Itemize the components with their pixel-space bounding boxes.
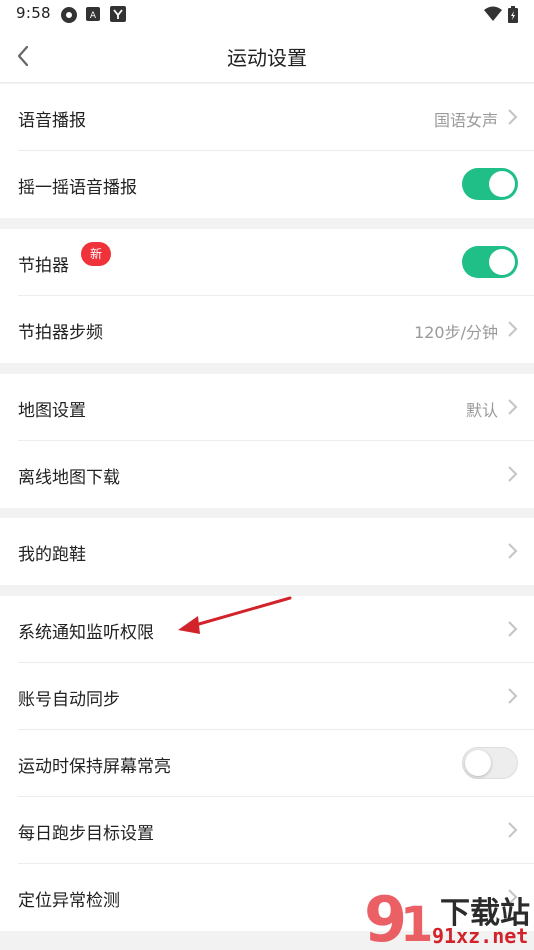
new-badge: 新 bbox=[81, 242, 111, 266]
status-message-icon bbox=[110, 6, 126, 22]
battery-icon bbox=[508, 6, 518, 23]
setting-label: 系统通知监听权限 bbox=[18, 623, 154, 643]
setting-row-offline-map[interactable]: 离线地图下载 bbox=[0, 441, 534, 508]
setting-label: 定位异常检测 bbox=[18, 891, 120, 911]
setting-value: 120步/分钟 bbox=[414, 323, 498, 342]
status-bar: 9:58 A bbox=[0, 0, 534, 30]
chevron-right-icon bbox=[508, 621, 518, 637]
chevron-right-icon bbox=[508, 399, 518, 415]
chevron-right-icon bbox=[508, 688, 518, 704]
setting-label: 每日跑步目标设置 bbox=[18, 824, 154, 844]
status-app-icon bbox=[61, 7, 77, 23]
svg-text:A: A bbox=[90, 11, 97, 21]
app-header: 运动设置 bbox=[0, 30, 534, 83]
status-notification-icon: A bbox=[86, 7, 100, 21]
chevron-right-icon bbox=[508, 321, 518, 337]
settings-group-system: 系统通知监听权限 账号自动同步 运动时保持屏幕常亮 每日跑步目标设置 定位异常检… bbox=[0, 596, 534, 931]
toggle-knob bbox=[465, 750, 491, 776]
setting-row-metronome-cadence[interactable]: 节拍器步频 120步/分钟 bbox=[0, 296, 534, 363]
settings-group-shoes: 我的跑鞋 bbox=[0, 518, 534, 585]
setting-row-shake-voice: 摇一摇语音播报 bbox=[0, 151, 534, 218]
setting-label: 运动时保持屏幕常亮 bbox=[18, 757, 171, 777]
setting-row-account-sync[interactable]: 账号自动同步 bbox=[0, 663, 534, 730]
shake-voice-toggle[interactable] bbox=[462, 168, 518, 200]
watermark-domain: 91xz.net bbox=[432, 924, 529, 948]
setting-label: 账号自动同步 bbox=[18, 690, 120, 710]
setting-label: 语音播报 bbox=[18, 111, 86, 131]
toggle-knob bbox=[489, 171, 515, 197]
chevron-right-icon bbox=[508, 543, 518, 559]
setting-row-voice-broadcast[interactable]: 语音播报 国语女声 bbox=[0, 84, 534, 151]
setting-value: 国语女声 bbox=[433, 111, 498, 130]
setting-label: 地图设置 bbox=[18, 401, 86, 421]
keep-screen-on-toggle[interactable] bbox=[462, 747, 518, 779]
setting-row-daily-goal[interactable]: 每日跑步目标设置 bbox=[0, 797, 534, 864]
setting-label: 我的跑鞋 bbox=[18, 545, 86, 565]
settings-group-map: 地图设置 默认 离线地图下载 bbox=[0, 374, 534, 508]
toggle-knob bbox=[489, 249, 515, 275]
metronome-toggle[interactable] bbox=[462, 246, 518, 278]
settings-group-metronome: 节拍器 节拍器步频 120步/分钟 bbox=[0, 229, 534, 363]
chevron-right-icon bbox=[508, 822, 518, 838]
setting-label: 节拍器 bbox=[18, 256, 69, 276]
settings-group-voice: 语音播报 国语女声 摇一摇语音播报 bbox=[0, 84, 534, 218]
chevron-right-icon bbox=[508, 466, 518, 482]
setting-row-keep-screen-on: 运动时保持屏幕常亮 bbox=[0, 730, 534, 797]
setting-row-map-settings[interactable]: 地图设置 默认 bbox=[0, 374, 534, 441]
setting-row-my-shoes[interactable]: 我的跑鞋 bbox=[0, 518, 534, 585]
setting-value: 默认 bbox=[465, 401, 498, 420]
chevron-right-icon bbox=[508, 109, 518, 125]
status-time: 9:58 bbox=[16, 4, 51, 22]
setting-label: 节拍器步频 bbox=[18, 323, 103, 343]
wifi-icon bbox=[484, 6, 502, 21]
setting-label: 离线地图下载 bbox=[18, 468, 120, 488]
annotation-arrow-icon bbox=[178, 596, 292, 634]
setting-label: 摇一摇语音播报 bbox=[18, 178, 137, 198]
page-title: 运动设置 bbox=[227, 46, 307, 70]
svg-text:1: 1 bbox=[400, 897, 433, 950]
setting-row-metronome: 节拍器 bbox=[0, 229, 534, 296]
